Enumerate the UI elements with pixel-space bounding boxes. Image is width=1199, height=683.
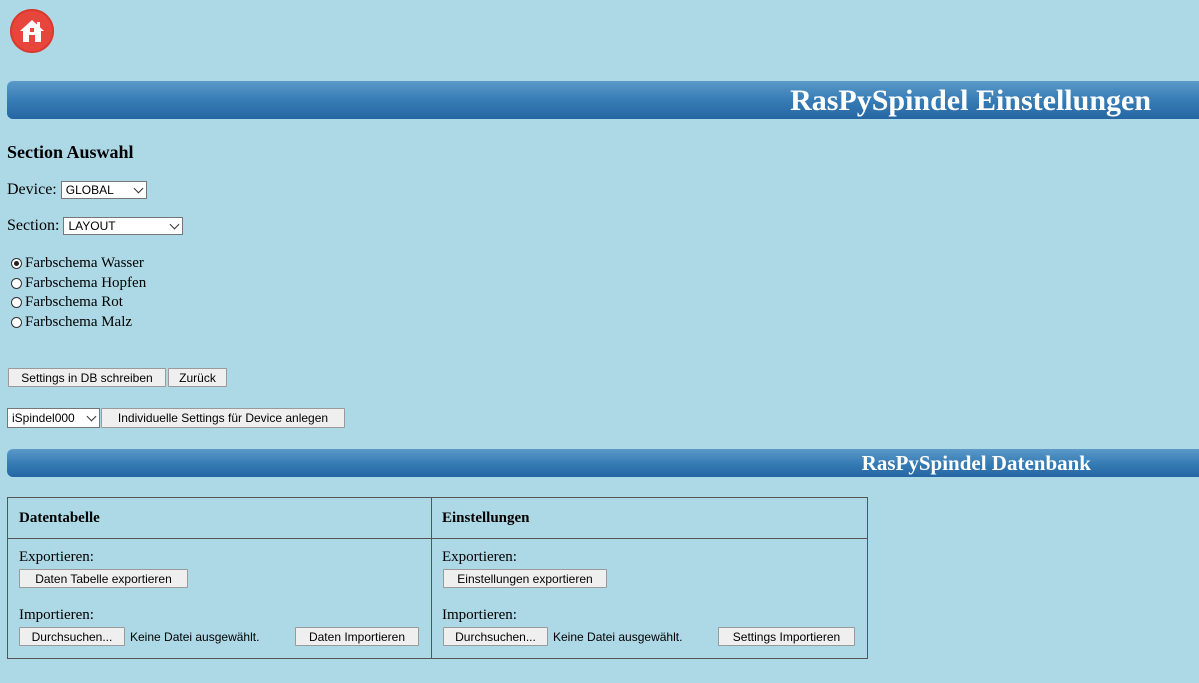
device-select[interactable]: GLOBAL [60, 181, 147, 199]
radio-label: Farbschema Rot [25, 294, 123, 310]
no-file-text: Keine Datei ausgewählt. [553, 630, 683, 644]
section-row: Section: LAYOUT [7, 217, 184, 235]
no-file-text: Keine Datei ausgewählt. [130, 630, 260, 644]
spindel-select-value: iSpindel000 [12, 411, 75, 425]
browse-settings-button[interactable]: Durchsuchen... [443, 627, 548, 646]
section-label: Section: [7, 217, 60, 234]
table-divider [8, 538, 867, 539]
device-select-value: GLOBAL [65, 183, 114, 197]
export-data-button[interactable]: Daten Tabelle exportieren [19, 569, 188, 588]
radio-label: Farbschema Wasser [25, 255, 144, 271]
radio-farbschema-rot[interactable]: Farbschema Rot [11, 294, 123, 311]
home-button[interactable] [10, 9, 54, 53]
import-label: Importieren: [442, 607, 517, 623]
individual-settings-button[interactable]: Individuelle Settings für Device anlegen [101, 408, 345, 428]
import-label: Importieren: [19, 607, 94, 623]
section-select[interactable]: LAYOUT [63, 217, 184, 235]
export-label: Exportieren: [442, 549, 517, 565]
home-icon [20, 20, 44, 42]
section-select-value: LAYOUT [68, 219, 116, 233]
radio-button[interactable] [11, 258, 22, 269]
section-heading: Section Auswahl [7, 142, 134, 162]
write-settings-button[interactable]: Settings in DB schreiben [8, 368, 166, 387]
database-banner: RasPySpindel Datenbank [7, 449, 1199, 477]
table-divider [431, 498, 432, 658]
radio-label: Farbschema Hopfen [25, 275, 147, 291]
import-data-button[interactable]: Daten Importieren [295, 627, 419, 646]
database-table: Datentabelle Einstellungen Exportieren: … [7, 497, 868, 659]
spindel-select[interactable]: iSpindel000 [7, 408, 100, 428]
datentabelle-header: Datentabelle [19, 510, 100, 526]
import-settings-button[interactable]: Settings Importieren [718, 627, 855, 646]
chevron-down-icon [169, 219, 180, 230]
settings-banner: RasPySpindel Einstellungen [7, 81, 1199, 119]
radio-farbschema-malz[interactable]: Farbschema Malz [11, 314, 132, 331]
radio-label: Farbschema Malz [25, 314, 133, 330]
radio-farbschema-wasser[interactable]: Farbschema Wasser [11, 255, 144, 272]
device-label: Device: [7, 181, 57, 198]
radio-button[interactable] [11, 317, 22, 328]
einstellungen-header: Einstellungen [442, 510, 530, 526]
back-button[interactable]: Zurück [168, 368, 227, 387]
chevron-down-icon [133, 183, 144, 194]
chevron-down-icon [86, 411, 97, 422]
radio-button[interactable] [11, 297, 22, 308]
export-label: Exportieren: [19, 549, 94, 565]
device-row: Device: GLOBAL [7, 181, 147, 199]
export-settings-button[interactable]: Einstellungen exportieren [443, 569, 607, 588]
radio-farbschema-hopfen[interactable]: Farbschema Hopfen [11, 275, 146, 292]
browse-data-button[interactable]: Durchsuchen... [19, 627, 125, 646]
radio-button[interactable] [11, 278, 22, 289]
